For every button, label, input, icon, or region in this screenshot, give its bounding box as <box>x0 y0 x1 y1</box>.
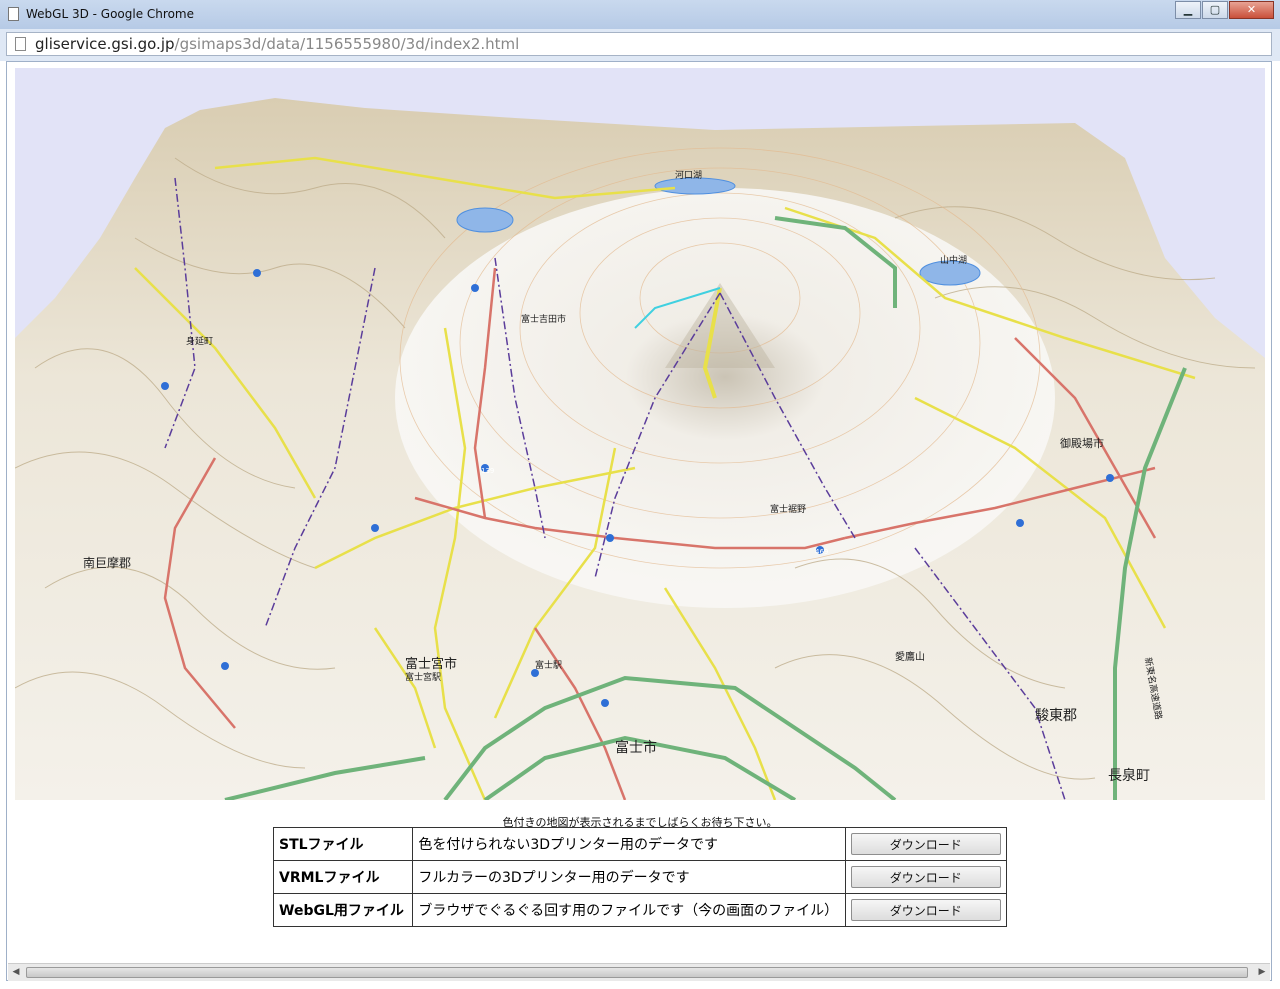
horizontal-scrollbar[interactable]: ◀ ▶ <box>8 963 1270 981</box>
map-label-station-fuji: 富士駅 <box>535 659 562 671</box>
url-path: /gsimaps3d/data/1156555980/3d/index2.htm… <box>174 35 520 53</box>
window-controls: ▁ ▢ ✕ <box>1174 1 1274 19</box>
close-icon[interactable]: ✕ <box>1229 1 1274 19</box>
file-description: フルカラーの3Dプリンター用のデータです <box>412 860 846 894</box>
page-icon <box>15 37 26 51</box>
download-cell: ダウンロード <box>844 860 1008 894</box>
scroll-left-icon[interactable]: ◀ <box>10 966 22 978</box>
map-label-kawaguchi: 河口湖 <box>675 169 702 181</box>
download-webgl-button[interactable]: ダウンロード <box>850 899 1001 921</box>
map-label-fujinomiya: 富士宮市 <box>405 656 457 672</box>
webgl-3d-map-canvas[interactable]: 富士宮市 富士市 富士吉田市 御殿場市 駿東郡 南巨摩郡 長泉町 身延町 富士宮… <box>15 68 1265 800</box>
address-bar[interactable]: gliservice.gsi.go.jp/gsimaps3d/data/1156… <box>6 32 1272 56</box>
map-label-yamanaka: 山中湖 <box>940 254 967 266</box>
map-label-minobu: 身延町 <box>186 335 213 347</box>
download-stl-button[interactable]: ダウンロード <box>850 833 1001 855</box>
url-text[interactable]: gliservice.gsi.go.jp/gsimaps3d/data/1156… <box>35 35 519 53</box>
map-label-fujiyoshida: 富士吉田市 <box>521 313 566 325</box>
scroll-right-icon[interactable]: ▶ <box>1256 966 1268 978</box>
document-icon <box>8 7 19 21</box>
window-title-bar: WebGL 3D - Google Chrome ▁ ▢ ✕ <box>0 0 1280 30</box>
table-row: STLファイル 色を付けられない3Dプリンター用のデータです ダウンロード <box>272 827 1008 861</box>
minimize-icon[interactable]: ▁ <box>1175 1 1201 19</box>
url-host: gliservice.gsi.go.jp <box>35 35 175 53</box>
scrollbar-thumb[interactable] <box>26 967 1248 978</box>
window-title: WebGL 3D - Google Chrome <box>26 7 194 21</box>
map-label-route-469: 469 <box>815 548 828 556</box>
map-label-route-139: 139 <box>481 467 494 475</box>
file-type-label: WebGL用ファイル <box>272 893 414 927</box>
map-label-sunto: 駿東郡 <box>1035 708 1077 724</box>
map-label-gotemba: 御殿場市 <box>1060 436 1104 450</box>
download-cell: ダウンロード <box>844 827 1008 861</box>
file-type-label: VRMLファイル <box>272 860 414 894</box>
map-label-minamikoma: 南巨摩郡 <box>83 555 131 570</box>
map-label-nagaizumi: 長泉町 <box>1108 767 1150 784</box>
download-table: STLファイル 色を付けられない3Dプリンター用のデータです ダウンロード VR… <box>272 827 1008 927</box>
map-label-station-fujinomiya: 富士宮駅 <box>405 671 441 683</box>
table-row: WebGL用ファイル ブラウザでぐるぐる回す用のファイルです（今の画面のファイル… <box>272 893 1008 927</box>
file-description: 色を付けられない3Dプリンター用のデータです <box>412 827 846 861</box>
address-bar-area: gliservice.gsi.go.jp/gsimaps3d/data/1156… <box>0 29 1280 61</box>
file-type-label: STLファイル <box>272 827 414 861</box>
maximize-icon[interactable]: ▢ <box>1202 1 1228 19</box>
map-label-fuji: 富士市 <box>615 739 657 756</box>
download-vrml-button[interactable]: ダウンロード <box>850 866 1001 888</box>
download-cell: ダウンロード <box>844 893 1008 927</box>
table-row: VRMLファイル フルカラーの3Dプリンター用のデータです ダウンロード <box>272 860 1008 894</box>
terrain-render: 富士宮市 富士市 富士吉田市 御殿場市 駿東郡 南巨摩郡 長泉町 身延町 富士宮… <box>15 68 1265 800</box>
map-label-ashitaka: 愛鷹山 <box>895 650 925 663</box>
map-label-fuji-plain: 富士裾野 <box>770 503 806 515</box>
file-description: ブラウザでぐるぐる回す用のファイルです（今の画面のファイル） <box>412 893 846 927</box>
